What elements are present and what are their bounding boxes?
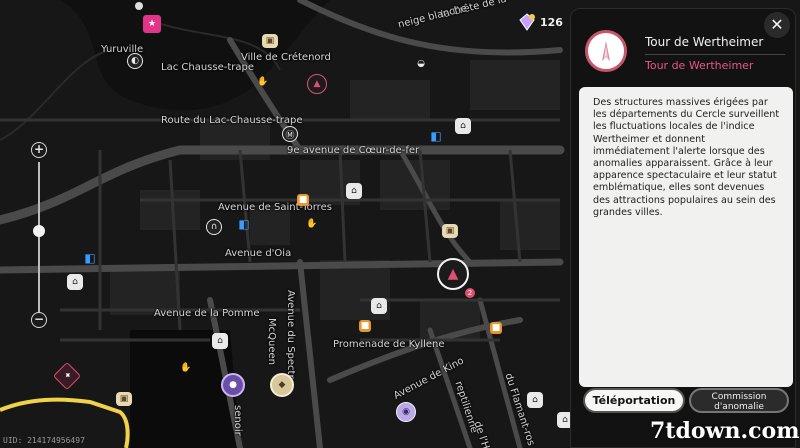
description-text: Des structures massives érigées par les … (593, 97, 780, 218)
panel-subtitle: Tour de Wertheimer (645, 59, 754, 72)
map-pin-shop2-icon[interactable]: ⌂ (455, 118, 471, 134)
map-label-ave-oia: Avenue d'Oia (225, 248, 292, 259)
user-id-label: UID: 214174956497 (3, 436, 85, 445)
map-label-ville-cretenord: Ville de Crétenord (241, 52, 331, 63)
map-pin-shop-icon[interactable]: ★ (143, 15, 161, 33)
tower-emblem-icon (585, 30, 627, 72)
map-label-ave-coeur: 9e avenue de Cœur-de-fer (287, 145, 420, 156)
panel-description: Des structures massives érigées par les … (579, 87, 793, 387)
watermark-text: 7tdown.com (650, 418, 800, 444)
location-info-panel: ✕ Tour de Wertheimer Tour de Wertheimer … (570, 8, 796, 448)
map-pin-tower-icon[interactable]: ▲ (307, 74, 327, 94)
close-button[interactable]: ✕ (764, 12, 790, 38)
map-pin-car-blue-icon[interactable]: ◧ (236, 216, 252, 232)
map-pin-gate-icon[interactable]: ∩ (206, 219, 222, 235)
map-label-promenade: Promenade de Kyllene (333, 339, 445, 350)
map-label-ave-pomme: Avenue de la Pomme (154, 308, 260, 319)
map-pin-box-icon[interactable]: ▣ (262, 34, 278, 48)
anomaly-commission-button[interactable]: Commission d'anomalie (689, 388, 789, 413)
map-pin-scooter2-icon[interactable]: ◧ (82, 250, 98, 266)
map-pin-box3-icon[interactable]: ▣ (116, 392, 132, 406)
map-pin-telephone-icon[interactable]: ◐ (127, 53, 143, 69)
panel-divider (645, 54, 785, 55)
map-pin-hand3-icon[interactable]: ✋ (178, 360, 194, 376)
map-pin-character-icon[interactable]: ◉ (396, 402, 416, 422)
map-label-senoir: senoir (232, 405, 243, 436)
map-pin-hand2-icon[interactable]: ✋ (304, 216, 320, 232)
map-label-mcqueen: McQueen (266, 318, 277, 365)
gem-icon (519, 13, 535, 31)
map-pin-box2-icon[interactable]: ▣ (442, 224, 458, 238)
map-pin-hand-icon[interactable]: ✋ (255, 74, 271, 90)
panel-title: Tour de Wertheimer (645, 35, 764, 49)
currency-display: 126 (518, 13, 563, 31)
map-label-ave-saint-torres: Avenue de Saint-Torres (218, 202, 332, 213)
map-pin-shop5-icon[interactable]: ⌂ (371, 298, 387, 314)
map-pin-quest2-icon[interactable]: ■ (359, 320, 371, 332)
zoom-out-button[interactable]: − (31, 312, 47, 328)
map-pin-player-icon[interactable]: ● (221, 373, 245, 397)
map-pin-badge-icon: 2 (465, 288, 475, 298)
currency-amount: 126 (540, 15, 563, 29)
map-pin-shop7-icon[interactable]: ⌂ (527, 392, 543, 408)
map-pin-shop6-icon[interactable]: ⌂ (212, 333, 228, 349)
map-pin-quest-icon[interactable]: ■ (297, 194, 309, 206)
map-pin-scooter-icon[interactable]: ◧ (428, 128, 444, 144)
teleport-button[interactable]: Téléportation (583, 388, 685, 413)
zoom-track[interactable] (38, 162, 40, 312)
zoom-knob[interactable] (33, 225, 45, 237)
map-label-lac-chausse: Lac Chausse-trape (161, 62, 255, 73)
map-pin-shop3-icon[interactable]: ⌂ (346, 183, 362, 199)
map-pin-metro-icon[interactable]: Ⓜ (282, 126, 298, 142)
map-pin-car-icon[interactable]: ◒ (413, 56, 429, 72)
zoom-slider[interactable]: + − (29, 142, 49, 332)
map-label-route-lac: Route du Lac-Chausse-trape (161, 115, 303, 126)
map-pin-top-icon[interactable] (133, 0, 145, 12)
map-pin-shop4-icon[interactable]: ⌂ (67, 274, 83, 290)
zoom-in-button[interactable]: + (31, 142, 47, 158)
map-label-ave-spectr: Avenue du Spectr (285, 290, 296, 379)
map-pin-wertheimer-tower-icon[interactable]: ▲ (437, 258, 469, 290)
map-pin-quest3-icon[interactable]: ■ (490, 322, 502, 334)
map-pin-hollow-icon[interactable]: ◆ (270, 373, 294, 397)
